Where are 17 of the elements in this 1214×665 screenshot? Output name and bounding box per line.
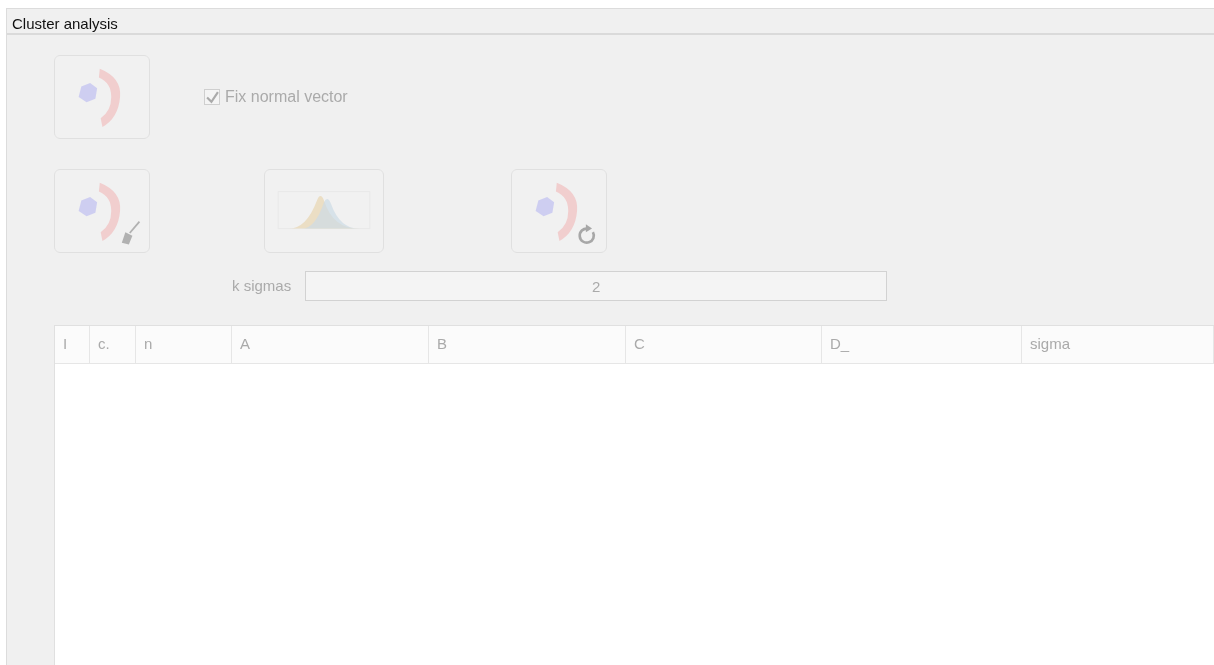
column-header[interactable]: sigma bbox=[1022, 326, 1214, 363]
field-label: k sigmas bbox=[232, 275, 292, 296]
column-header[interactable]: C bbox=[626, 326, 822, 363]
column-header[interactable]: D_ bbox=[822, 326, 1022, 363]
panel-title: Cluster analysis bbox=[7, 9, 1214, 35]
scatter-plot-icon bbox=[535, 182, 578, 241]
column-header[interactable]: n bbox=[136, 326, 232, 363]
column-header[interactable]: A bbox=[232, 326, 429, 363]
refresh-icon bbox=[578, 224, 596, 244]
column-header[interactable]: I bbox=[55, 326, 90, 363]
broom-icon bbox=[121, 220, 141, 245]
column-header[interactable]: B bbox=[429, 326, 626, 363]
histogram-icon bbox=[277, 191, 371, 230]
scatter-plot-icon bbox=[78, 182, 121, 241]
column-header[interactable]: c. bbox=[90, 326, 136, 363]
scatter-plot-icon bbox=[78, 68, 121, 127]
checkbox-label: Fix normal vector bbox=[225, 87, 348, 107]
